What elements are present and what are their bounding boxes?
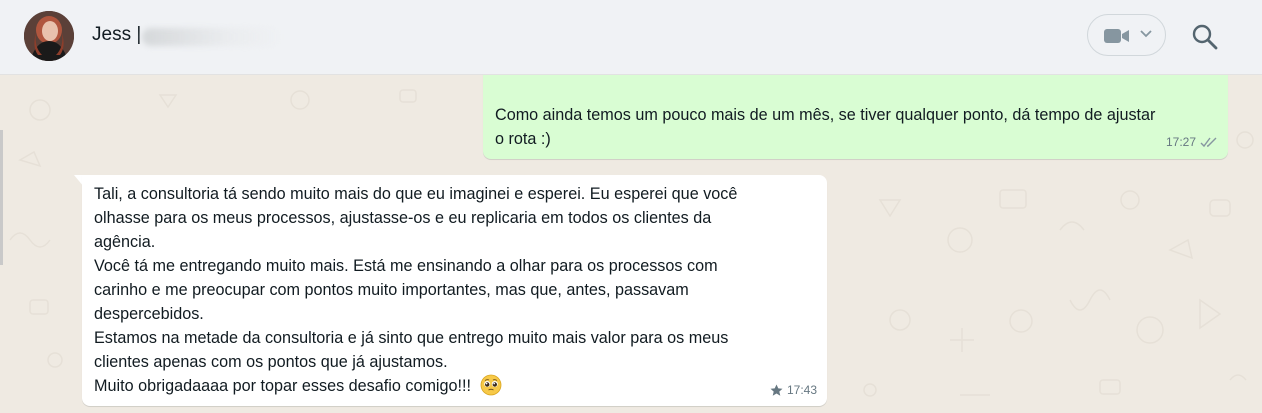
avatar[interactable] — [24, 11, 74, 61]
video-camera-icon — [1104, 29, 1129, 43]
message-line: carinho e me preocupar com pontos muito … — [94, 281, 689, 299]
redacted-name-blur — [142, 28, 282, 46]
message-line: olhasse para os meus processos, ajustass… — [94, 209, 712, 227]
message-line-last: Muito obrigadaaaa por topar esses desafi… — [94, 374, 814, 398]
message-meta: 17:43 — [770, 378, 817, 402]
message-time: 17:43 — [786, 383, 817, 397]
double-check-icon — [1200, 137, 1217, 147]
search-button[interactable] — [1190, 22, 1220, 52]
message-line: o rota :) — [495, 130, 551, 148]
window-edge — [0, 130, 3, 265]
message-line: agência. — [94, 233, 156, 251]
message-text: Tali, a consultoria tá sendo muito mais … — [94, 182, 814, 398]
message-meta: 17:27 — [1166, 130, 1218, 154]
message-line: Estamos na metade da consultoria e já si… — [94, 329, 729, 347]
pleading-face-emoji — [480, 374, 501, 396]
contact-name[interactable]: Jess | — [92, 24, 141, 46]
message-line: Tali, a consultoria tá sendo muito mais … — [94, 185, 738, 203]
chevron-down-icon — [1140, 30, 1152, 38]
video-call-button[interactable] — [1087, 14, 1166, 56]
incoming-message[interactable]: Tali, a consultoria tá sendo muito mais … — [82, 175, 827, 406]
chat-header: Jess | — [0, 0, 1262, 75]
star-icon — [770, 384, 783, 396]
message-line: despercebidos. — [94, 305, 204, 323]
chat-window: Jess | Como ainda temos um pouco mais de… — [0, 0, 1262, 413]
message-line: Você tá me entregando muito mais. Está m… — [94, 257, 718, 275]
message-line: clientes apenas com os pontos que já aju… — [94, 353, 448, 371]
search-icon — [1192, 24, 1218, 50]
message-time: 17:27 — [1165, 135, 1196, 149]
message-line: Muito obrigadaaaa por topar esses desafi… — [94, 377, 472, 395]
message-text: Como ainda temos um pouco mais de um mês… — [495, 103, 1225, 151]
message-line: Como ainda temos um pouco mais de um mês… — [495, 106, 1156, 124]
